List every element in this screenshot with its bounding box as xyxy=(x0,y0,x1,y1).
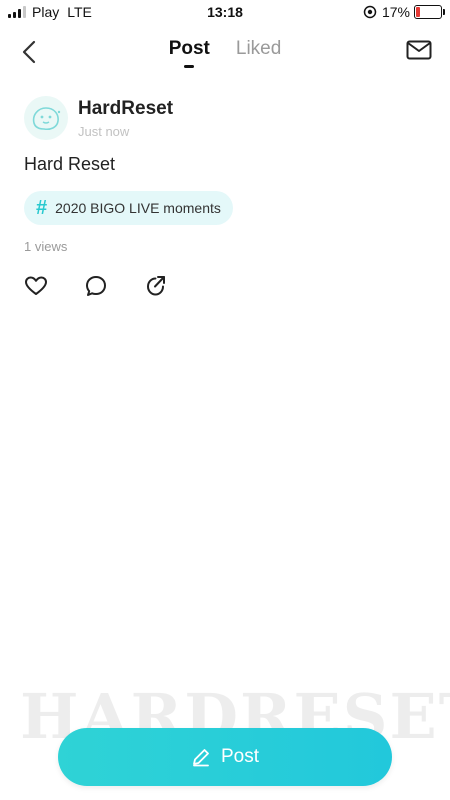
share-icon[interactable] xyxy=(144,274,168,298)
battery-icon xyxy=(414,5,445,19)
tab-liked[interactable]: Liked xyxy=(236,38,281,68)
create-post-label: Post xyxy=(220,746,260,767)
tab-post[interactable]: Post xyxy=(169,38,210,68)
create-post-button[interactable]: Post xyxy=(58,728,392,786)
mail-icon[interactable] xyxy=(406,40,432,60)
heart-icon[interactable] xyxy=(24,274,48,298)
author-name[interactable]: HardReset xyxy=(78,98,173,120)
pencil-icon xyxy=(193,749,209,767)
hashtag-icon: # xyxy=(36,196,48,219)
post-timestamp: Just now xyxy=(78,123,130,139)
header: Post Liked xyxy=(0,30,450,74)
view-count: 1 views xyxy=(24,239,68,254)
tab-bar: Post Liked xyxy=(0,38,450,68)
post-actions xyxy=(24,274,426,298)
post-card: HardReset Just now Hard Reset # 2020 BIG… xyxy=(24,96,426,298)
post-text: Hard Reset xyxy=(24,154,116,174)
status-bar: Play LTE 13:18 17% xyxy=(0,0,450,26)
author-info: HardReset Just now xyxy=(78,98,173,139)
orientation-lock-icon xyxy=(363,5,377,19)
battery-level xyxy=(416,7,420,17)
comment-icon[interactable] xyxy=(84,274,108,298)
avatar[interactable] xyxy=(24,96,68,140)
topic-tag-label: 2020 BIGO LIVE moments xyxy=(55,200,221,216)
status-right: 17% xyxy=(363,4,445,20)
bigo-mascot-icon xyxy=(32,107,61,131)
battery-percent: 17% xyxy=(381,4,410,20)
post-author: HardReset Just now xyxy=(24,96,426,140)
topic-tag[interactable]: # 2020 BIGO LIVE moments xyxy=(24,191,233,225)
